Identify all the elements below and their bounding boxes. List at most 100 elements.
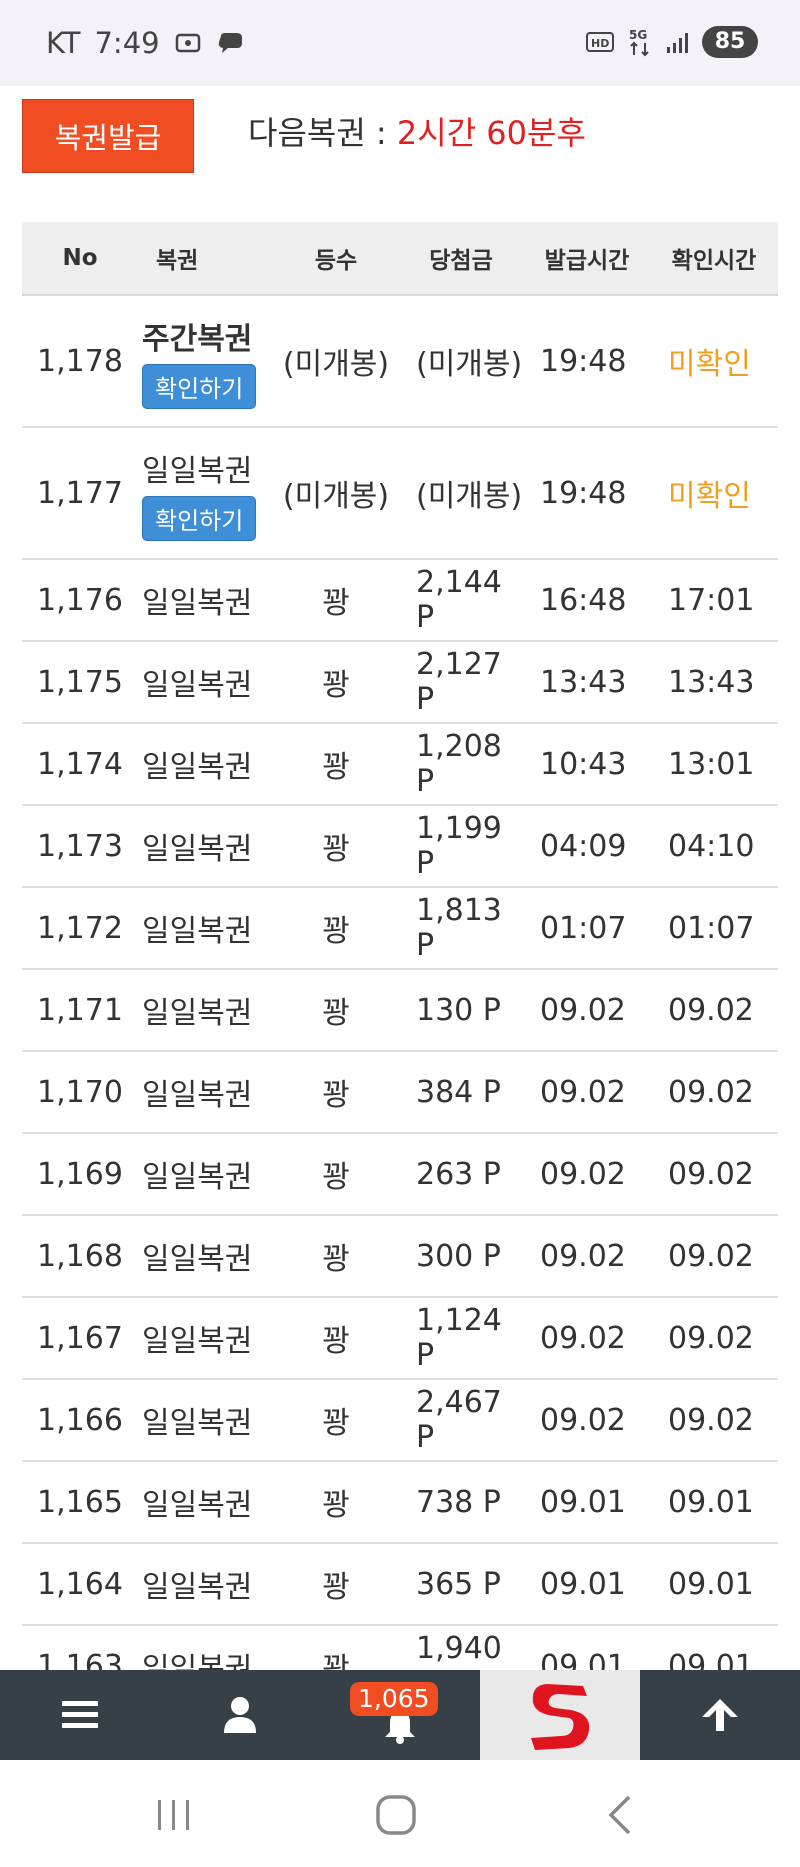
menu-button[interactable]: [0, 1670, 160, 1760]
row-no: 1,168: [37, 1238, 123, 1274]
row-ticket-type: 일일복권: [142, 1570, 253, 1605]
row-issued: 13:43: [540, 664, 627, 700]
row-issued: 09.02: [540, 1320, 626, 1356]
table-row: 1,175 일일복권 꽝 2,127 P 13:43 13:43: [22, 642, 778, 724]
row-rank: 꽝: [322, 1570, 350, 1605]
row-rank: 꽝: [322, 1488, 350, 1523]
row-ticket-type: 일일복권: [142, 1406, 253, 1441]
issue-ticket-button[interactable]: 복권발급: [22, 99, 194, 173]
back-button[interactable]: [580, 1790, 660, 1840]
row-rank: 꽝: [322, 750, 350, 785]
row-rank: (미개봉): [282, 347, 390, 382]
row-ticket-type: 일일복권: [142, 1488, 253, 1523]
row-no: 1,164: [37, 1566, 123, 1602]
row-rank: 꽝: [322, 914, 350, 949]
table-header: No 복권 등수 당첨금 발급시간 확인시간: [22, 222, 778, 296]
menu-icon: [62, 1701, 98, 1728]
row-no: 1,178: [37, 343, 123, 379]
col-header-no: No: [62, 245, 98, 271]
row-ticket-type: 일일복권: [142, 914, 253, 949]
row-checked: 04:10: [668, 828, 755, 864]
row-checked: 09.02: [668, 1238, 754, 1274]
notification-button[interactable]: 1,065: [320, 1670, 480, 1760]
table-row: 1,171 일일복권 꽝 130 P 09.02 09.02: [22, 970, 778, 1052]
row-prize: 738 P: [416, 1484, 501, 1520]
row-prize: 1,940 P: [416, 1631, 502, 1670]
user-icon: [224, 1697, 256, 1733]
row-prize: 1,813 P: [416, 893, 502, 963]
row-issued: 09.02: [540, 1156, 626, 1192]
bottom-nav: 1,065: [0, 1670, 800, 1760]
row-no: 1,170: [37, 1074, 123, 1110]
table-row: 1,176 일일복권 꽝 2,144 P 16:48 17:01: [22, 560, 778, 642]
row-no: 1,173: [37, 828, 123, 864]
row-no: 1,165: [37, 1484, 123, 1520]
row-ticket-type: 일일복권: [142, 1160, 253, 1195]
row-ticket-type: 일일복권: [142, 668, 253, 703]
row-rank: 꽝: [322, 668, 350, 703]
row-checked: 09.01: [668, 1484, 754, 1520]
row-rank: 꽝: [322, 586, 350, 621]
ticket-table: No 복권 등수 당첨금 발급시간 확인시간 1,178 주간복권 확인하기 (…: [22, 222, 778, 1670]
row-rank: (미개봉): [282, 479, 390, 514]
recent-apps-button[interactable]: [134, 1790, 214, 1840]
row-prize: 1,208 P: [416, 729, 502, 799]
row-ticket-type: 일일복권: [142, 1078, 253, 1113]
row-issued: 09.02: [540, 1238, 626, 1274]
row-ticket-type: 일일복권: [142, 453, 253, 489]
back-icon: [608, 1795, 631, 1835]
home-logo-button[interactable]: [480, 1670, 640, 1760]
row-prize: 2,127 P: [416, 647, 502, 717]
row-ticket-cell: 일일복권 확인하기: [138, 446, 274, 541]
row-no: 1,172: [37, 910, 123, 946]
row-prize: (미개봉): [416, 479, 523, 514]
row-prize: 1,124 P: [416, 1303, 502, 1373]
row-ticket-type: 일일복권: [142, 586, 253, 621]
row-issued: 09.01: [540, 1648, 626, 1671]
table-row: 1,163 일일복권 꽝 1,940 P 09.01 09.01: [22, 1626, 778, 1670]
row-prize: 384 P: [416, 1074, 501, 1110]
row-ticket-type: 일일복권: [142, 1324, 253, 1359]
row-ticket-type: 일일복권: [142, 750, 253, 785]
check-ticket-button[interactable]: 확인하기: [142, 495, 257, 541]
row-checked: 09.01: [668, 1648, 754, 1671]
profile-button[interactable]: [160, 1670, 320, 1760]
row-no: 1,176: [37, 582, 123, 618]
next-ticket-countdown: 2시간 60분후: [396, 114, 586, 152]
home-button[interactable]: [356, 1790, 436, 1840]
row-prize: (미개봉): [416, 347, 523, 382]
row-prize: 2,144 P: [416, 565, 502, 635]
scroll-top-button[interactable]: [640, 1670, 800, 1760]
table-row: 1,178 주간복권 확인하기 (미개봉) (미개봉) 19:48 미확인: [22, 296, 778, 428]
row-no: 1,177: [37, 475, 123, 511]
row-issued: 19:48: [540, 475, 627, 511]
row-issued: 09.02: [540, 992, 626, 1028]
row-checked: 09.02: [668, 992, 754, 1028]
recent-apps-icon: [158, 1800, 189, 1830]
row-checked: 09.02: [668, 1402, 754, 1438]
row-checked: 미확인: [668, 347, 751, 382]
row-checked: 미확인: [668, 479, 751, 514]
row-checked: 09.02: [668, 1320, 754, 1356]
row-no: 1,166: [37, 1402, 123, 1438]
check-ticket-button[interactable]: 확인하기: [142, 363, 257, 409]
next-ticket-label: 다음복권 :: [248, 114, 397, 152]
row-rank: 꽝: [322, 1160, 350, 1195]
row-ticket-cell: 주간복권 확인하기: [138, 314, 274, 409]
table-row: 1,170 일일복권 꽝 384 P 09.02 09.02: [22, 1052, 778, 1134]
row-issued: 09.01: [540, 1566, 626, 1602]
row-checked: 09.02: [668, 1156, 754, 1192]
table-row: 1,177 일일복권 확인하기 (미개봉) (미개봉) 19:48 미확인: [22, 428, 778, 560]
row-issued: 01:07: [540, 910, 627, 946]
row-rank: 꽝: [322, 996, 350, 1031]
row-issued: 09.01: [540, 1484, 626, 1520]
row-issued: 10:43: [540, 746, 627, 782]
row-checked: 09.02: [668, 1074, 754, 1110]
row-checked: 13:43: [668, 664, 755, 700]
row-issued: 16:48: [540, 582, 627, 618]
row-issued: 04:09: [540, 828, 627, 864]
row-checked: 09.01: [668, 1566, 754, 1602]
table-row: 1,168 일일복권 꽝 300 P 09.02 09.02: [22, 1216, 778, 1298]
row-no: 1,175: [37, 664, 123, 700]
row-prize: 130 P: [416, 992, 501, 1028]
